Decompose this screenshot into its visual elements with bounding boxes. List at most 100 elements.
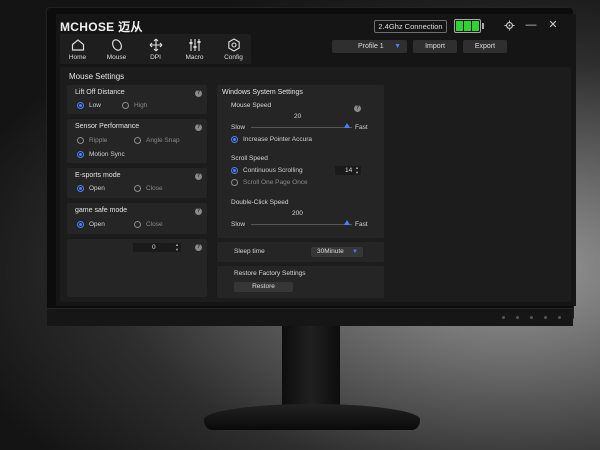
mouse-speed-slider[interactable] xyxy=(251,123,352,128)
export-button[interactable]: Export xyxy=(463,40,507,53)
monitor-buttons xyxy=(502,316,561,319)
slider-thumb[interactable] xyxy=(343,123,350,128)
nav-dpi-label: DPI xyxy=(150,53,161,61)
sensor-motion-sync-label: Motion Sync xyxy=(89,151,125,158)
profile-select-value: Profile 1 xyxy=(358,43,384,50)
lift-off-card: Lift Off Distance ? Low High xyxy=(67,85,207,114)
import-button[interactable]: Import xyxy=(413,40,457,53)
esports-close-label: Close xyxy=(146,185,163,192)
nav-mouse-label: Mouse xyxy=(106,53,127,61)
esports-open[interactable]: Open xyxy=(77,185,105,192)
help-icon[interactable]: ? xyxy=(195,244,202,251)
nav-mouse[interactable]: Mouse xyxy=(99,34,134,64)
scroll-lines-stepper[interactable]: 14 ▲ ▼ xyxy=(335,165,361,175)
restore-button[interactable]: Restore xyxy=(234,282,293,292)
windows-settings-title: Windows System Settings xyxy=(222,89,303,96)
double-click-slider[interactable] xyxy=(251,220,352,225)
sensor-angle-snap[interactable]: Angle Snap xyxy=(134,137,180,144)
extra-card: 0 ▲ ▼ ? xyxy=(67,239,207,297)
monitor-stand-neck xyxy=(282,326,340,408)
nav-macro-label: Macro xyxy=(185,53,204,61)
continuous-scrolling-radio[interactable]: Continuous Scrolling xyxy=(231,167,303,174)
game-safe-close[interactable]: Close xyxy=(134,221,163,228)
sensor-motion-sync[interactable]: Motion Sync xyxy=(77,151,125,158)
battery-icon xyxy=(454,19,484,33)
home-icon xyxy=(71,38,84,51)
scroll-one-page-label: Scroll One Page Once xyxy=(243,179,308,186)
sensor-title: Sensor Performance xyxy=(75,123,140,130)
value-stepper-value: 0 xyxy=(152,244,156,251)
panel-title: Mouse Settings xyxy=(69,72,125,81)
nav-config[interactable]: Config xyxy=(216,34,251,64)
esports-open-label: Open xyxy=(89,185,105,192)
app-window: MCHOSE 迈从 2.4Ghz Connection — ✕ Home Mou… xyxy=(56,14,576,306)
pointer-accuracy-radio[interactable]: Increase Pointer Accura xyxy=(231,136,312,143)
help-icon[interactable]: ? xyxy=(195,124,202,131)
restore-card: Restore Factory Settings Restore xyxy=(217,266,384,298)
scroll-speed-label: Scroll Speed xyxy=(231,155,268,162)
scroll-one-page-radio[interactable]: Scroll One Page Once xyxy=(231,179,308,186)
value-stepper[interactable]: 0 ▲ ▼ xyxy=(133,242,181,252)
stepper-arrows-icon[interactable]: ▲ ▼ xyxy=(175,242,179,252)
sleep-dropdown-value: 30Minute xyxy=(317,248,344,255)
lift-off-low-label: Low xyxy=(89,102,101,109)
monitor-stand-base xyxy=(204,404,420,430)
lift-off-high[interactable]: High xyxy=(122,102,147,109)
minimize-icon[interactable]: — xyxy=(524,18,538,32)
config-icon xyxy=(227,37,240,52)
sensor-angle-snap-label: Angle Snap xyxy=(146,137,180,144)
mouse-speed-slow: Slow xyxy=(231,124,246,131)
game-safe-open-label: Open xyxy=(89,221,105,228)
nav-dpi[interactable]: DPI xyxy=(138,34,173,64)
lift-off-low[interactable]: Low xyxy=(77,102,101,109)
close-icon[interactable]: ✕ xyxy=(546,18,560,32)
help-icon[interactable]: ? xyxy=(195,173,202,180)
sensor-ripple[interactable]: Ripple xyxy=(77,137,107,144)
windows-settings-card: Windows System Settings Mouse Speed ? 20… xyxy=(217,85,384,238)
monitor-chin xyxy=(47,308,573,326)
sensor-ripple-label: Ripple xyxy=(89,137,108,144)
profile-select[interactable]: Profile 1 ▼ xyxy=(332,40,407,53)
nav-home[interactable]: Home xyxy=(60,34,95,64)
settings-icon[interactable] xyxy=(502,18,516,32)
sensor-card: Sensor Performance ? Ripple Angle Snap M… xyxy=(67,119,207,163)
lift-off-title: Lift Off Distance xyxy=(75,89,125,96)
double-click-fast: Fast xyxy=(355,221,368,228)
continuous-scrolling-label: Continuous Scrolling xyxy=(243,167,303,174)
nav-config-label: Config xyxy=(224,53,243,61)
double-click-slow: Slow xyxy=(231,221,246,228)
game-safe-card: game safe mode ? Open Close xyxy=(67,203,207,234)
esports-card: E-sports mode ? Open Close xyxy=(67,168,207,198)
profile-bar: Profile 1 ▼ Import Export xyxy=(332,40,507,53)
chevron-down-icon: ▼ xyxy=(352,249,358,255)
help-icon[interactable]: ? xyxy=(195,208,202,215)
sleep-card: Sleep time 30Minute ▼ xyxy=(217,242,384,262)
esports-title: E-sports mode xyxy=(75,172,121,179)
main-nav: Home Mouse DPI Macro Config xyxy=(60,34,251,64)
mouse-speed-fast: Fast xyxy=(355,124,368,131)
slider-thumb[interactable] xyxy=(343,220,350,225)
double-click-label: Double-Click Speed xyxy=(231,199,289,206)
mouse-icon xyxy=(111,38,122,51)
nav-home-label: Home xyxy=(68,53,87,61)
macro-icon xyxy=(189,38,200,51)
double-click-value: 200 xyxy=(292,210,303,217)
brand-logo: MCHOSE 迈从 xyxy=(60,20,143,34)
lift-off-high-label: High xyxy=(134,102,148,109)
mouse-speed-value: 20 xyxy=(294,113,302,120)
help-icon[interactable]: ? xyxy=(354,105,361,112)
restore-title: Restore Factory Settings xyxy=(234,270,306,277)
game-safe-title: game safe mode xyxy=(75,207,128,214)
nav-macro[interactable]: Macro xyxy=(177,34,212,64)
mouse-speed-label: Mouse Speed xyxy=(231,102,272,109)
pointer-accuracy-label: Increase Pointer Accura xyxy=(243,136,313,143)
sleep-dropdown[interactable]: 30Minute ▼ xyxy=(311,247,363,257)
game-safe-open[interactable]: Open xyxy=(77,221,105,228)
help-icon[interactable]: ? xyxy=(195,90,202,97)
esports-close[interactable]: Close xyxy=(134,185,163,192)
connection-status: 2.4Ghz Connection xyxy=(374,20,447,33)
stepper-arrows-icon[interactable]: ▲ ▼ xyxy=(355,165,359,175)
chevron-down-icon: ▼ xyxy=(394,43,401,50)
scroll-lines-value: 14 xyxy=(345,167,353,174)
dpi-icon xyxy=(149,38,162,51)
